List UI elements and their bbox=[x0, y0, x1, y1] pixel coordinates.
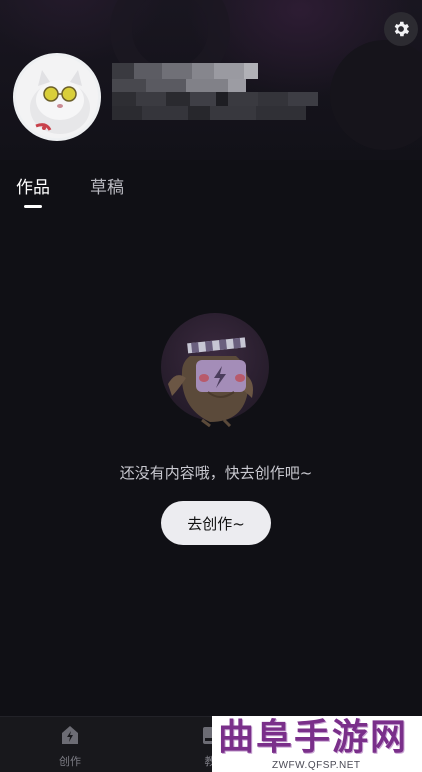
content-tabs: 作品 草稿 bbox=[0, 172, 422, 212]
site-watermark: 曲阜手游网 ZWFW.QFSP.NET bbox=[212, 716, 422, 772]
empty-state-illustration bbox=[160, 312, 270, 428]
header-decoration bbox=[330, 40, 422, 150]
gear-icon bbox=[394, 21, 410, 37]
user-info-blurred bbox=[112, 106, 306, 120]
tab-drafts[interactable]: 草稿 bbox=[90, 178, 124, 198]
tab-works[interactable]: 作品 bbox=[16, 178, 50, 198]
go-create-button[interactable]: 去创作~ bbox=[161, 501, 271, 545]
empty-state-message: 还没有内容哦，快去创作吧~ bbox=[119, 464, 313, 482]
watermark-title: 曲阜手游网 bbox=[218, 716, 409, 758]
username-blurred bbox=[112, 63, 258, 79]
user-info-blurred bbox=[112, 92, 318, 106]
lightning-home-icon bbox=[62, 726, 78, 744]
settings-button[interactable] bbox=[384, 12, 418, 46]
nav-item-create[interactable]: 创作 bbox=[40, 723, 100, 769]
cat-avatar-image bbox=[16, 56, 98, 138]
avatar[interactable] bbox=[13, 53, 101, 141]
nav-label-create: 创作 bbox=[59, 755, 81, 768]
active-tab-indicator bbox=[24, 205, 42, 208]
watermark-url: ZWFW.QFSP.NET bbox=[272, 760, 361, 771]
owl-clapperboard-icon bbox=[161, 313, 269, 428]
